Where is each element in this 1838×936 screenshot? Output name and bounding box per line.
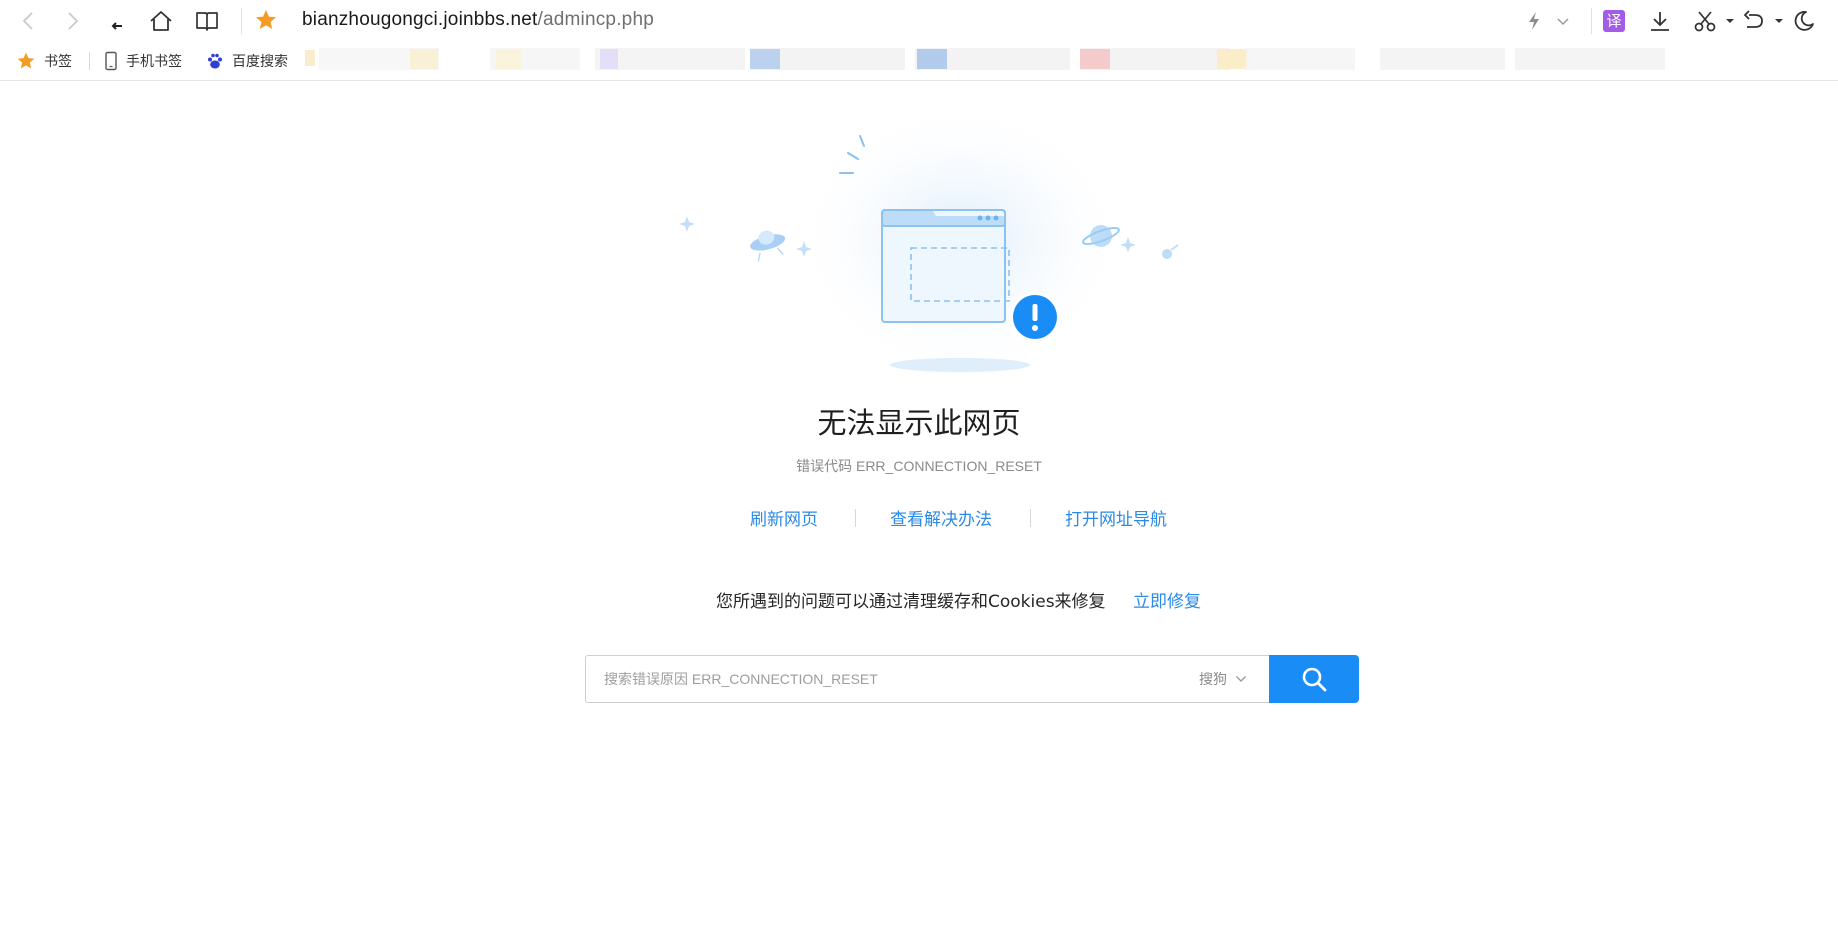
blurred-bookmarks (305, 48, 1665, 70)
forward-button[interactable] (55, 5, 89, 37)
search-engine-select[interactable]: 搜狗 (1199, 655, 1247, 703)
bookmark-item-mobile[interactable]: 手机书签 (104, 50, 182, 72)
view-solutions-link[interactable]: 查看解决办法 (890, 505, 992, 530)
error-code: 错误代码 ERR_CONNECTION_RESET (796, 458, 1042, 474)
favorite-star-button[interactable] (254, 8, 278, 36)
address-divider (241, 8, 242, 34)
translate-button[interactable]: 译 (1597, 5, 1631, 37)
home-button[interactable] (144, 5, 178, 37)
reload-icon (111, 22, 122, 30)
home-icon (150, 11, 172, 31)
meteor-icon (1162, 244, 1179, 259)
error-search-bar: 搜狗 (585, 655, 1359, 703)
action-divider (855, 509, 856, 527)
bookmark-label: 手机书签 (126, 54, 182, 70)
error-title: 无法显示此网页 (817, 406, 1021, 440)
search-input[interactable] (585, 655, 1269, 703)
translate-icon: 译 (1603, 10, 1625, 32)
error-illustration (679, 100, 1179, 380)
star-icon (17, 52, 35, 69)
bookmarks-bar: 书签 手机书签 百度搜索 (0, 42, 1838, 81)
fix-now-link[interactable]: 立即修复 (1133, 587, 1201, 612)
bookmark-label: 书签 (44, 54, 72, 70)
bookmark-divider (89, 52, 90, 70)
caret-down-icon (1726, 19, 1734, 23)
bookmark-item-baidu[interactable]: 百度搜索 (206, 50, 288, 72)
phone-icon (105, 51, 117, 71)
forward-icon (68, 12, 79, 30)
chevron-down-icon (1557, 18, 1569, 26)
toolbar-divider (1591, 8, 1592, 34)
reading-book-icon (196, 12, 218, 31)
right-toolbar: 译 (1520, 0, 1838, 42)
download-icon (1651, 12, 1669, 31)
search-engine-label: 搜狗 (1199, 672, 1227, 688)
ufo-icon (750, 230, 786, 262)
bookmark-label: 百度搜索 (232, 54, 288, 70)
ground-shadow (890, 358, 1030, 372)
url-host: bianzhougongci.joinbbs.net (302, 9, 538, 30)
url-path: /admincp.php (537, 9, 654, 30)
bookmark-item-bookmarks[interactable]: 书签 (16, 50, 72, 72)
action-divider (1030, 509, 1031, 527)
favorite-star-icon (256, 10, 276, 29)
baidu-paw-icon (208, 53, 222, 69)
flash-icon (1529, 12, 1539, 30)
search-icon (1302, 667, 1327, 692)
fix-suggestion: 您所遇到的问题可以通过清理缓存和Cookies来修复 立即修复 (0, 587, 1838, 613)
refresh-page-link[interactable]: 刷新网页 (750, 505, 818, 530)
browser-toolbar: bianzhougongci.joinbbs.net/admincp.php 译 (0, 0, 1838, 42)
address-bar[interactable]: bianzhougongci.joinbbs.net/admincp.php (302, 9, 654, 31)
chevron-down-icon (1236, 676, 1246, 682)
back-icon (22, 12, 33, 30)
caret-down-icon (1775, 19, 1783, 23)
fix-suggestion-text: 您所遇到的问题可以通过清理缓存和Cookies来修复 (716, 592, 1106, 612)
reading-mode-button[interactable] (190, 5, 224, 37)
open-url-navigation-link[interactable]: 打开网址导航 (1065, 505, 1167, 530)
reload-button[interactable] (100, 5, 134, 37)
night-mode-button[interactable] (1787, 5, 1821, 37)
download-button[interactable] (1643, 5, 1677, 37)
warning-badge-icon (1010, 292, 1060, 342)
search-button[interactable] (1269, 655, 1359, 703)
browser-window-graphic (881, 209, 1010, 323)
speed-mode-dropdown[interactable] (1546, 5, 1580, 37)
back-button[interactable] (12, 5, 46, 37)
night-mode-moon-icon (1794, 11, 1814, 31)
error-actions: 刷新网页 查看解决办法 打开网址导航 (0, 505, 1838, 531)
